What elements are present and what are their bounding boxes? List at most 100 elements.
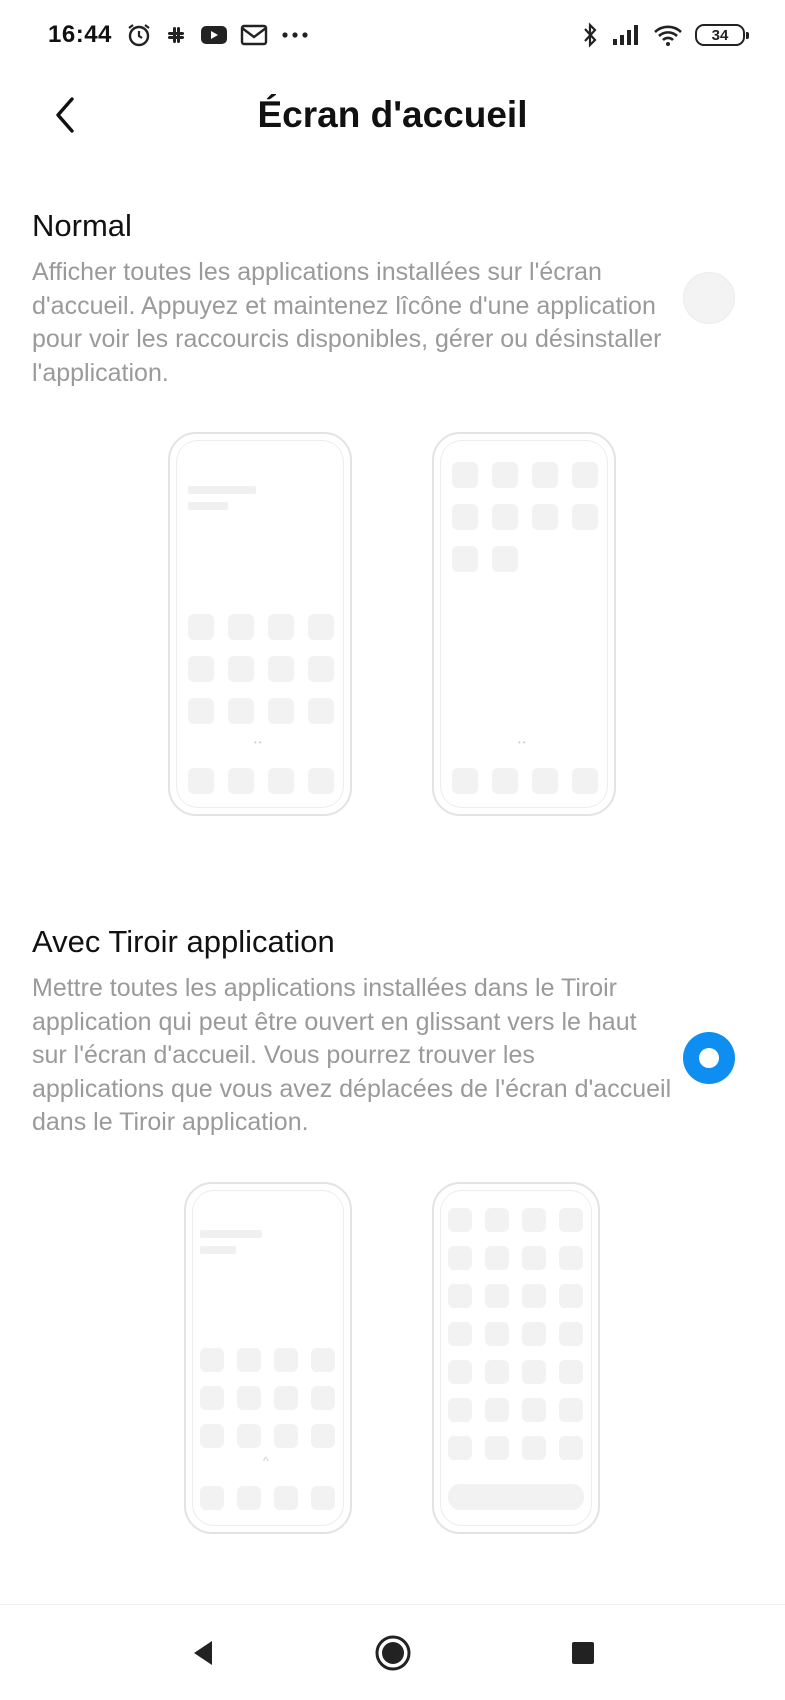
app-tile (308, 656, 334, 682)
drawer-tile (485, 1246, 509, 1270)
phone-screen (440, 440, 608, 808)
drawer-tile (448, 1284, 472, 1308)
drawer-tile (522, 1208, 546, 1232)
app-tile (228, 614, 254, 640)
app-tile (188, 614, 214, 640)
app-tile (452, 462, 478, 488)
option-normal-radio[interactable] (683, 272, 735, 324)
app-tile (274, 1424, 298, 1448)
drawer-tile (522, 1436, 546, 1460)
option-app-drawer[interactable]: Avec Tiroir application Mettre toutes le… (0, 916, 785, 1536)
app-tile (200, 1348, 224, 1372)
app-tile (274, 1386, 298, 1410)
option-app-drawer-radio[interactable] (683, 1032, 735, 1084)
app-tile (311, 1386, 335, 1410)
dock-tile (532, 768, 558, 794)
more-notifications-icon (280, 30, 310, 40)
dock-tile (274, 1486, 298, 1510)
app-tile (452, 504, 478, 530)
dock-tile (492, 768, 518, 794)
widget-bar (188, 502, 228, 510)
nav-recents-button[interactable] (558, 1628, 608, 1678)
app-tile (452, 546, 478, 572)
dock-tile (308, 768, 334, 794)
nav-home-button[interactable] (368, 1628, 418, 1678)
normal-home-illustration: •• (168, 432, 352, 816)
page-title: Écran d'accueil (257, 94, 528, 135)
slack-icon (164, 23, 188, 47)
gmail-icon (240, 24, 268, 46)
drawer-tile (485, 1360, 509, 1384)
drawer-search-bar (448, 1484, 584, 1510)
dock-tile (188, 768, 214, 794)
dock-tile (452, 768, 478, 794)
drawer-tile (522, 1284, 546, 1308)
drawer-tile (485, 1284, 509, 1308)
bluetooth-icon (581, 22, 599, 48)
option-app-drawer-description: Mettre toutes les applications installée… (32, 974, 672, 1136)
app-tile (492, 504, 518, 530)
drawer-tile (559, 1208, 583, 1232)
dock-tile (572, 768, 598, 794)
nav-back-button[interactable] (178, 1628, 228, 1678)
drawer-tile (522, 1398, 546, 1422)
app-tile (228, 698, 254, 724)
drawer-tile (448, 1398, 472, 1422)
app-tile (311, 1424, 335, 1448)
app-tile (268, 656, 294, 682)
page-dots: •• (254, 738, 264, 747)
home-screen-settings: 16:44 34 Écran d'accueil Normal Afficher… (0, 0, 785, 1700)
drawer-tile (448, 1360, 472, 1384)
phone-screen (440, 1190, 592, 1526)
app-tile (237, 1424, 261, 1448)
app-tile (237, 1348, 261, 1372)
app-tile (200, 1424, 224, 1448)
drawer-tile (485, 1436, 509, 1460)
battery-indicator: 34 (695, 24, 749, 46)
app-tile (532, 504, 558, 530)
app-tile (274, 1348, 298, 1372)
drawer-tile (448, 1322, 472, 1346)
app-tile (311, 1348, 335, 1372)
nav-recents-icon (571, 1641, 594, 1664)
dock-tile (268, 768, 294, 794)
dock-tile (237, 1486, 261, 1510)
status-time: 16:44 (48, 21, 112, 48)
chevron-up-icon: ^ (263, 1454, 269, 1468)
option-app-drawer-title: Avec Tiroir application (32, 924, 335, 959)
nav-back-icon (193, 1640, 212, 1665)
page-dots: •• (518, 738, 528, 747)
option-normal-title: Normal (32, 208, 132, 243)
drawer-tile (522, 1246, 546, 1270)
drawer-tile (559, 1436, 583, 1460)
drawer-tile (559, 1284, 583, 1308)
option-normal-description: Afficher toutes les applications install… (32, 258, 662, 387)
normal-page-illustration: •• (432, 432, 616, 816)
app-tile (308, 698, 334, 724)
nav-home-icon (375, 1635, 410, 1670)
app-tile (237, 1386, 261, 1410)
app-tile (268, 698, 294, 724)
app-tile (572, 504, 598, 530)
widget-bar (200, 1246, 236, 1254)
drawer-tile (448, 1208, 472, 1232)
option-normal[interactable]: Normal Afficher toutes les applications … (0, 200, 785, 820)
alarm-icon (126, 22, 152, 48)
header: Écran d'accueil (0, 70, 785, 160)
app-tile (228, 656, 254, 682)
youtube-icon (200, 24, 228, 46)
drawer-tile (559, 1360, 583, 1384)
app-tile (308, 614, 334, 640)
drawer-tile (448, 1436, 472, 1460)
app-tile (188, 656, 214, 682)
system-icons: 34 (581, 22, 749, 48)
dock-tile (200, 1486, 224, 1510)
drawer-open-illustration (432, 1182, 600, 1534)
drawer-tile (559, 1246, 583, 1270)
app-tile (268, 614, 294, 640)
wifi-icon (653, 23, 683, 47)
notification-icons (126, 22, 310, 48)
dock-tile (228, 768, 254, 794)
app-tile (572, 462, 598, 488)
app-tile (492, 546, 518, 572)
